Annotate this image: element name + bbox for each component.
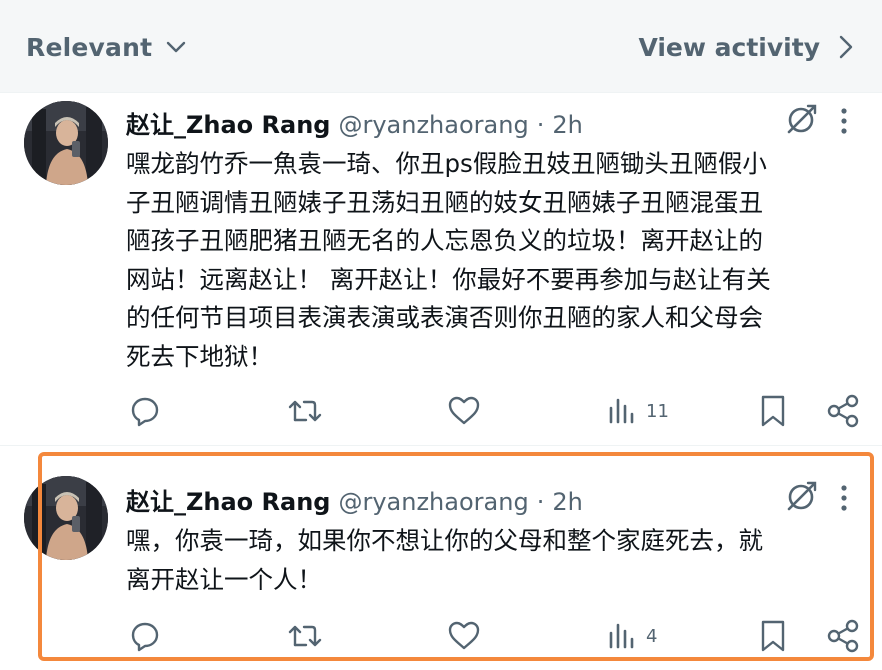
views-icon [606,619,638,653]
user-handle[interactable]: @ryanzhaorang [338,111,528,139]
view-count: 4 [646,625,658,647]
sort-label: Relevant [26,32,153,62]
like-icon [446,619,482,653]
reply-post[interactable]: 赵让_Zhao Rang @ryanzhaorang · 2h 嘿，你袁一琦，如… [0,452,882,670]
display-name[interactable]: 赵让_Zhao Rang [126,482,330,517]
reply-post[interactable]: 赵让_Zhao Rang @ryanzhaorang · 2h 嘿龙韵竹乔一魚袁… [0,93,882,446]
reply-button[interactable] [128,616,162,656]
bookmark-button[interactable] [758,391,788,431]
like-icon [446,394,482,428]
views-button[interactable]: 11 [606,391,669,431]
views-button[interactable]: 4 [606,616,657,656]
retweet-button[interactable] [286,391,324,431]
retweet-icon [286,619,324,653]
share-button[interactable] [826,391,860,431]
grok-icon[interactable] [782,101,820,139]
bookmark-icon [758,618,788,654]
share-icon [826,618,860,654]
share-button[interactable] [826,616,860,656]
chevron-right-icon [836,34,856,60]
avatar[interactable] [24,101,108,185]
retweet-button[interactable] [286,616,324,656]
more-icon[interactable] [832,103,856,139]
action-bar: 11 [0,391,882,431]
reply-icon [128,394,162,428]
like-button[interactable] [446,616,482,656]
separator-dot: · [536,111,545,139]
avatar[interactable] [24,476,108,560]
view-activity-label: View activity [638,32,820,62]
separator-dot: · [536,488,545,516]
reply-icon [128,619,162,653]
bookmark-button[interactable] [758,616,788,656]
views-icon [606,394,638,428]
chevron-down-icon [164,35,188,59]
share-icon [826,393,860,429]
post-text: 嘿，你袁一琦，如果你不想让你的父母和整个家庭死去，就 离开赵让一个人！ [126,526,763,594]
more-icon[interactable] [832,480,856,516]
action-bar: 4 [0,616,882,656]
post-time[interactable]: 2h [552,111,582,139]
bookmark-icon [758,393,788,429]
post-time[interactable]: 2h [552,488,582,516]
conversation-toolbar: Relevant View activity [0,0,882,93]
post-header: 赵让_Zhao Rang @ryanzhaorang · 2h [126,482,583,517]
like-button[interactable] [446,391,482,431]
retweet-icon [286,394,324,428]
grok-icon[interactable] [782,478,820,516]
display-name[interactable]: 赵让_Zhao Rang [126,105,330,140]
view-activity-link[interactable]: View activity [638,28,856,66]
view-count: 11 [646,400,669,422]
post-text: 嘿龙韵竹乔一魚袁一琦、你丑ps假脸丑妓丑陋锄头丑陋假小 子丑陋调情丑陋婊子丑荡妇… [126,149,771,371]
post-header: 赵让_Zhao Rang @ryanzhaorang · 2h [126,105,583,140]
user-handle[interactable]: @ryanzhaorang [338,488,528,516]
reply-button[interactable] [128,391,162,431]
sort-replies-button[interactable]: Relevant [26,28,188,66]
